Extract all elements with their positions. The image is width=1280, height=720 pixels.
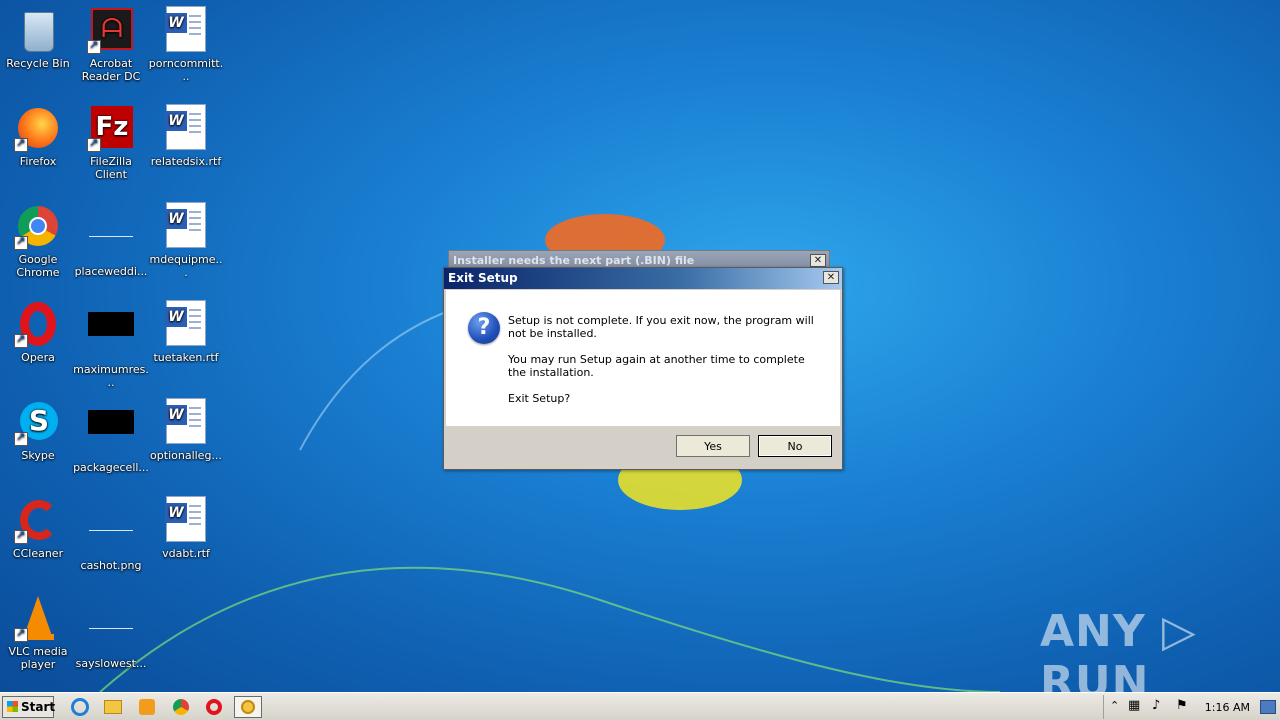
file-icon [87,214,135,262]
desktop-icon-label: Recycle Bin [6,57,70,70]
desktop-icon-label: vdabt.rtf [162,547,210,560]
shortcut-arrow-icon [14,528,28,544]
shortcut-arrow-icon [14,430,28,446]
volume-icon[interactable]: ♪ [1152,698,1160,713]
desktop-icon-label: Firefox [19,155,57,168]
desktop-icon-vlc[interactable]: VLC media player [0,594,76,671]
skype-icon: S [14,398,62,446]
recycle-bin-icon [14,6,62,54]
media-player-icon[interactable] [137,697,157,717]
desktop-icon-tuetaken[interactable]: W tuetaken.rtf [148,300,224,364]
action-center-flag-icon[interactable]: ⚑ [1176,698,1188,713]
exit-setup-title: Exit Setup [448,271,518,285]
exit-setup-titlebar[interactable]: Exit Setup ✕ [444,268,842,289]
opera-icon[interactable] [204,697,224,717]
desktop-icon-label: Acrobat Reader DC [81,57,141,83]
desktop-icon-skype[interactable]: S Skype [0,398,76,462]
exit-setup-dialog: Exit Setup ✕ ? Setup is not complete. If… [443,267,843,470]
desktop-icon-packagecell[interactable]: packagecell... [73,398,149,474]
word-doc-icon: W [162,398,210,446]
shortcut-arrow-icon [87,38,101,54]
chrome-icon [14,202,62,250]
desktop-icon-firefox[interactable]: Firefox [0,104,76,168]
filezilla-icon: Fz [87,104,135,152]
desktop-icon-label: maximumres... [73,363,149,389]
shortcut-arrow-icon [14,626,28,642]
exit-setup-body: ? Setup is not complete. If you exit now… [446,290,840,426]
setup-icon[interactable] [234,696,262,718]
shortcut-arrow-icon [87,136,101,152]
desktop-icon-label: tuetaken.rtf [153,351,219,364]
start-button[interactable]: Start [2,696,55,718]
desktop-icon-label: mdequipme... [149,253,223,279]
desktop-icon-porncommitt[interactable]: W porncommitt... [148,6,224,83]
word-doc-icon: W [162,104,210,152]
image-file-icon [87,410,135,458]
vlc-icon [14,594,62,642]
installer-dialog-title: Installer needs the next part (.BIN) fil… [453,254,695,267]
desktop-icon-label: CCleaner [12,547,64,560]
image-file-icon [87,508,135,556]
desktop-icon-label: VLC media player [8,645,68,671]
shortcut-arrow-icon [14,136,28,152]
no-button[interactable]: No [758,435,832,457]
desktop-icon-filezilla[interactable]: Fz FileZilla Client [73,104,149,181]
taskbar: Start ⌃ ▦ ♪ ⚑ 1:16 AM [0,692,1280,720]
shortcut-arrow-icon [14,332,28,348]
desktop-icon-ccleaner[interactable]: CCleaner [0,496,76,560]
word-doc-icon: W [162,202,210,250]
desktop-icon-label: FileZilla Client [90,155,132,181]
ie-icon[interactable] [70,697,90,717]
opera-icon [14,300,62,348]
word-doc-icon: W [162,6,210,54]
acrobat-icon: ᗩ [87,6,135,54]
word-doc-icon: W [162,300,210,348]
desktop-icon-label: placeweddi... [74,265,148,278]
desktop-icon-placeweddi[interactable]: placeweddi... [73,202,149,278]
desktop-icon-sayslowest[interactable]: sayslowest... [73,594,149,670]
desktop-icon-label: Skype [21,449,55,462]
word-doc-icon: W [162,496,210,544]
exit-setup-message-3: Exit Setup? [508,392,571,405]
show-desktop-icon[interactable] [1260,700,1276,714]
desktop-icon-opera[interactable]: Opera [0,300,76,364]
desktop-icon-mdequipme[interactable]: W mdequipme... [148,202,224,279]
exit-setup-message-2: You may run Setup again at another time … [508,353,805,379]
desktop-icon-label: cashot.png [80,559,142,572]
desktop-icon-acrobat[interactable]: ᗩ Acrobat Reader DC [73,6,149,83]
desktop-icon-vdabt[interactable]: W vdabt.rtf [148,496,224,560]
desktop-icon-label: relatedsix.rtf [150,155,222,168]
network-icon[interactable]: ▦ [1128,698,1140,713]
explorer-icon[interactable] [104,697,124,717]
shortcut-arrow-icon [14,234,28,250]
desktop-icon-chrome[interactable]: Google Chrome [0,202,76,279]
ccleaner-icon [14,496,62,544]
yes-button[interactable]: Yes [676,435,750,457]
question-icon: ? [468,312,500,344]
file-icon [87,606,135,654]
exit-setup-close-button[interactable]: ✕ [823,271,839,284]
desktop-icon-recycle-bin[interactable]: Recycle Bin [0,6,76,70]
desktop-icon-label: Google Chrome [16,253,60,279]
system-tray: ⌃ ▦ ♪ ⚑ 1:16 AM [1103,695,1280,719]
show-hidden-icons-icon[interactable]: ⌃ [1110,699,1119,712]
taskbar-clock[interactable]: 1:16 AM [1205,701,1250,714]
installer-close-button[interactable]: ✕ [810,254,826,267]
desktop-icon-label: Opera [21,351,55,364]
firefox-icon [14,104,62,152]
desktop-icon-label: porncommitt... [148,57,224,83]
desktop-icon-label: packagecell... [73,461,149,474]
desktop-icon-label: optionalleg... [150,449,222,462]
desktop-icon-optionalleg[interactable]: W optionalleg... [148,398,224,462]
desktop-icon-label: sayslowest... [75,657,147,670]
desktop-icon-relatedsix[interactable]: W relatedsix.rtf [148,104,224,168]
chrome-icon[interactable] [171,697,191,717]
desktop-icon-cashot[interactable]: cashot.png [73,496,149,572]
image-file-icon [87,312,135,360]
exit-setup-message-1: Setup is not complete. If you exit now, … [508,314,814,340]
desktop-icon-maximumres[interactable]: maximumres... [73,300,149,389]
